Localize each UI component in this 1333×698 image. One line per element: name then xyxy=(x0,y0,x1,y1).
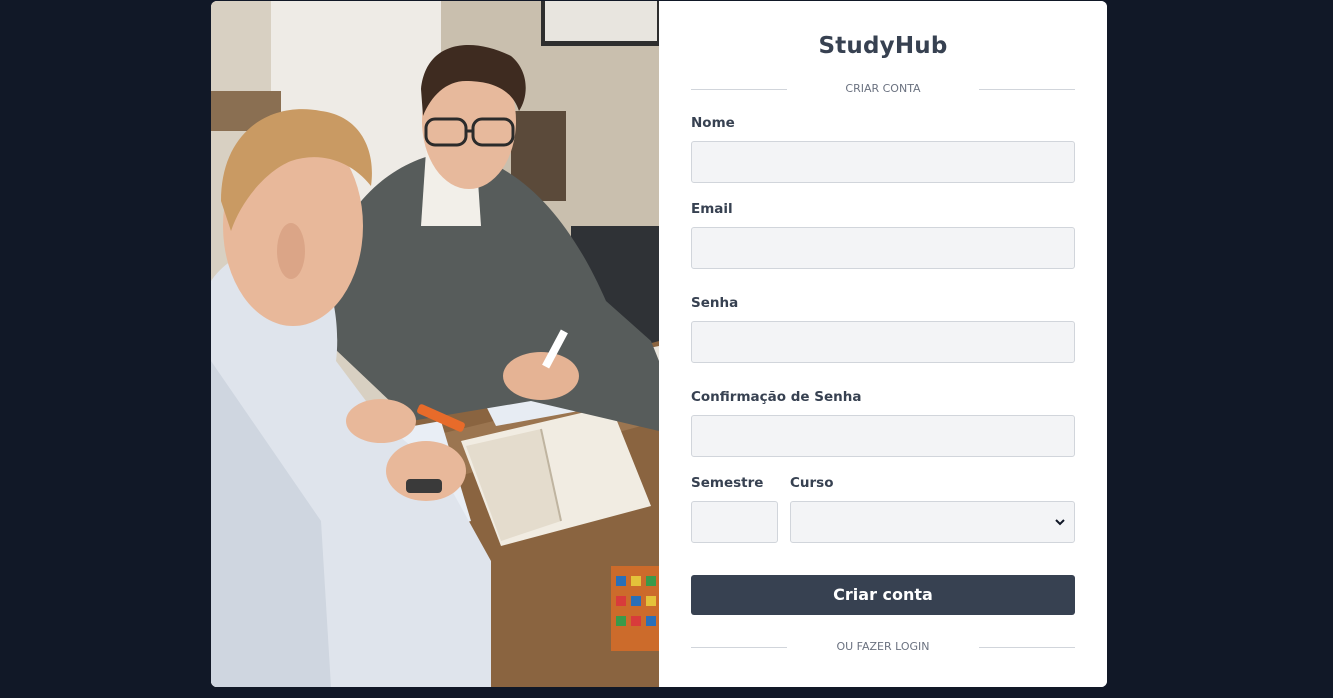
senha-label: Senha xyxy=(691,295,739,311)
senha-input[interactable] xyxy=(691,321,1075,363)
students-studying-photo xyxy=(211,1,659,687)
signup-form-panel: StudyHub CRIAR CONTA Nome Email Senha Co… xyxy=(659,1,1107,687)
divider-line-right xyxy=(979,89,1075,90)
curso-label: Curso xyxy=(790,475,834,491)
signup-card: StudyHub CRIAR CONTA Nome Email Senha Co… xyxy=(211,1,1107,687)
brand-title: StudyHub xyxy=(818,33,948,59)
photo-illustration xyxy=(211,1,659,687)
chevron-down-icon xyxy=(1055,519,1065,526)
curso-select[interactable] xyxy=(790,501,1075,543)
nome-input[interactable] xyxy=(691,141,1075,183)
email-input[interactable] xyxy=(691,227,1075,269)
criar-conta-button[interactable]: Criar conta xyxy=(691,575,1075,615)
confirmacao-senha-input[interactable] xyxy=(691,415,1075,457)
nome-label: Nome xyxy=(691,115,735,131)
divider-line-right xyxy=(979,647,1075,648)
semestre-label: Semestre xyxy=(691,475,764,491)
login-divider: OU FAZER LOGIN xyxy=(691,640,1075,654)
email-label: Email xyxy=(691,201,733,217)
confirmacao-label: Confirmação de Senha xyxy=(691,389,862,405)
semestre-input[interactable] xyxy=(691,501,778,543)
section-divider: CRIAR CONTA xyxy=(691,82,1075,96)
